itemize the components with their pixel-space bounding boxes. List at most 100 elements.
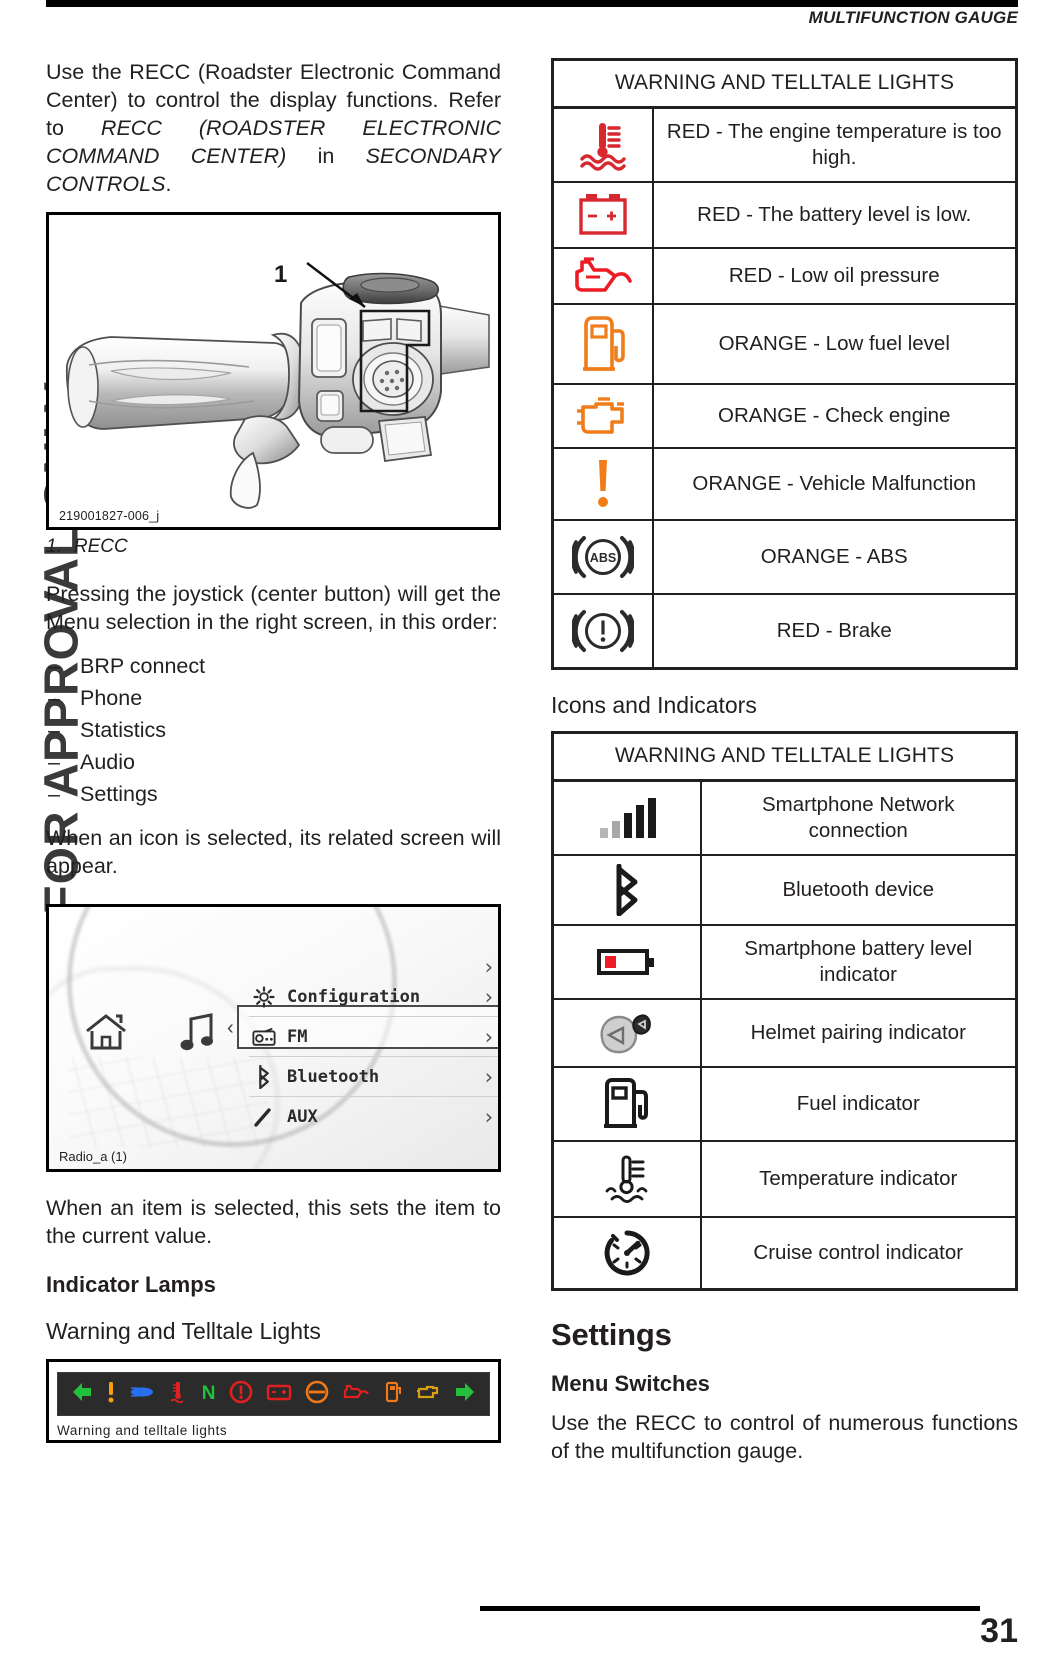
figure3-caption: Warning and telltale lights [57, 1423, 228, 1438]
table-row: ORANGE - Low fuel level [552, 303, 1017, 385]
home-icon[interactable] [83, 1011, 129, 1058]
figure-telltale-strip: N Warning and telltale lights [46, 1359, 501, 1443]
table-row-text: RED - The engine temperature is too high… [651, 106, 1017, 183]
phone-battery-icon [552, 924, 702, 1000]
neutral-lamp: N [201, 1383, 216, 1404]
item-selected-paragraph: When an item is selected, this sets the … [46, 1196, 501, 1248]
dash-glyph: – [48, 750, 60, 774]
bluetooth-icon [249, 1064, 279, 1089]
list-item: – Phone [46, 682, 501, 714]
table-row-text: Temperature indicator [699, 1140, 1017, 1218]
abs-lamp [305, 1380, 329, 1409]
telltale-lamp-bar: N [57, 1372, 490, 1416]
engine-temperature-lamp [168, 1381, 188, 1408]
brake-lamp [229, 1380, 253, 1409]
settings-paragraph: Use the RECC to control of numerous func… [551, 1411, 1018, 1463]
dash-glyph: – [48, 654, 60, 678]
battery-icon [552, 181, 654, 249]
table-row-text: Bluetooth device [699, 854, 1017, 926]
radio-screen-illustration: ‹ › Configuration › FM › Bluetooth › AUX… [49, 907, 498, 1169]
menu-row-label: AUX [287, 1107, 318, 1127]
check-engine-icon [552, 383, 654, 449]
abs-icon: ABS [552, 519, 654, 595]
right-turn-arrow-lamp [454, 1382, 476, 1407]
cruise-control-icon [552, 1216, 702, 1290]
radio-icon [249, 1027, 279, 1047]
table-row: Helmet pairing indicator [552, 998, 1017, 1068]
menu-order-label: BRP connect [80, 654, 206, 678]
menu-row-label: Bluetooth [287, 1066, 380, 1087]
radio-menu-list: › Configuration › FM › Bluetooth › AUX › [249, 947, 498, 1137]
table-row: Smartphone Network connection [552, 779, 1017, 856]
back-chevron-icon[interactable]: ‹ [227, 1017, 234, 1040]
list-item: – Statistics [46, 714, 501, 746]
temperature-indicator-icon [552, 1140, 702, 1218]
figure-recc-handlebar: 1 219001827-006_j [46, 212, 501, 530]
menu-order-label: Phone [80, 686, 143, 710]
page-header-title: MULTIFUNCTION GAUGE [808, 8, 1018, 27]
joystick-paragraph: Pressing the joystick (center button) wi… [46, 582, 501, 634]
figure1-caption-text: RECC [73, 536, 128, 557]
fuel-lamp [384, 1381, 402, 1408]
chevron-right-icon[interactable]: › [482, 985, 495, 1009]
icon-selected-paragraph: When an icon is selected, its related sc… [46, 826, 501, 878]
table-row: ORANGE - Check engine [552, 383, 1017, 449]
list-item: – Settings [46, 778, 501, 810]
figure-radio-screen: ‹ › Configuration › FM › Bluetooth › AUX… [46, 904, 501, 1172]
figure2-image-id: Radio_a (1) [59, 1149, 127, 1164]
chevron-right-icon[interactable]: › [482, 955, 495, 979]
table-row-text: Helmet pairing indicator [699, 998, 1017, 1068]
intro-part3: . [165, 172, 172, 196]
footer-rule [480, 1606, 980, 1611]
table-row: Fuel indicator [552, 1066, 1017, 1142]
helmet-pairing-icon [552, 998, 702, 1068]
table-row: RED - The battery level is low. [552, 181, 1017, 249]
table-row-text: Smartphone Network connection [699, 779, 1017, 856]
table-row: Bluetooth device [552, 854, 1017, 926]
fuel-pump-icon [552, 303, 654, 385]
table-row: Cruise control indicator [552, 1216, 1017, 1290]
menu-row-fm[interactable]: FM › [249, 1017, 498, 1057]
telltale-strip-illustration: N Warning and telltale lights [49, 1362, 498, 1440]
chevron-right-icon[interactable]: › [482, 1025, 495, 1049]
icons-indicators-table: WARNING AND TELLTALE LIGHTS Smartphone N… [551, 731, 1018, 1291]
list-item: – Audio [46, 746, 501, 778]
exclamation-icon [552, 447, 654, 521]
table-row-text: ORANGE - Check engine [651, 383, 1017, 449]
callout-1-label: 1 [274, 261, 288, 288]
handlebar-illustration: 1 [49, 215, 498, 527]
menu-row-configuration[interactable]: Configuration › [249, 977, 498, 1017]
chevron-right-icon[interactable]: › [482, 1105, 495, 1129]
music-note-icon[interactable] [179, 1011, 219, 1058]
table-row: RED - Low oil pressure [552, 247, 1017, 305]
dash-glyph: – [48, 686, 60, 710]
signal-bars-icon [552, 779, 702, 856]
heading-menu-switches: Menu Switches [551, 1371, 710, 1396]
chevron-right-icon[interactable]: › [482, 1065, 495, 1089]
table-row: RED - The engine temperature is too high… [552, 106, 1017, 183]
aux-icon [249, 1105, 279, 1129]
right-column: WARNING AND TELLTALE LIGHTS RED - The en… [551, 58, 1018, 1479]
intro-paragraph: Use the RECC (Roadster Electronic Comman… [46, 58, 501, 198]
brake-icon [552, 593, 654, 669]
menu-row-bluetooth[interactable]: Bluetooth › [249, 1057, 498, 1097]
table-row-text: Smartphone battery level indicator [699, 924, 1017, 1000]
figure1-caption-number: 1. [46, 536, 62, 557]
svg-text:ABS: ABS [590, 551, 616, 565]
fuel-indicator-icon [552, 1066, 702, 1142]
table-row-text: RED - Low oil pressure [651, 247, 1017, 305]
table-row-text: ORANGE - Low fuel level [651, 303, 1017, 385]
table-row-text: RED - Brake [651, 593, 1017, 669]
menu-row-empty: › [249, 947, 498, 979]
figure1-image-id: 219001827-006_j [59, 509, 160, 523]
high-beam-lamp [129, 1384, 155, 1405]
menu-row-aux[interactable]: AUX › [249, 1097, 498, 1137]
battery-lamp [266, 1383, 292, 1406]
menu-order-label: Statistics [80, 718, 167, 742]
table-row-text: RED - The battery level is low. [651, 181, 1017, 249]
warning-telltale-table: WARNING AND TELLTALE LIGHTS RED - The en… [551, 58, 1018, 670]
table-row: Temperature indicator [552, 1140, 1017, 1218]
menu-row-label: FM [287, 1026, 308, 1047]
header-rule [46, 0, 1018, 7]
check-engine-lamp [415, 1382, 441, 1407]
